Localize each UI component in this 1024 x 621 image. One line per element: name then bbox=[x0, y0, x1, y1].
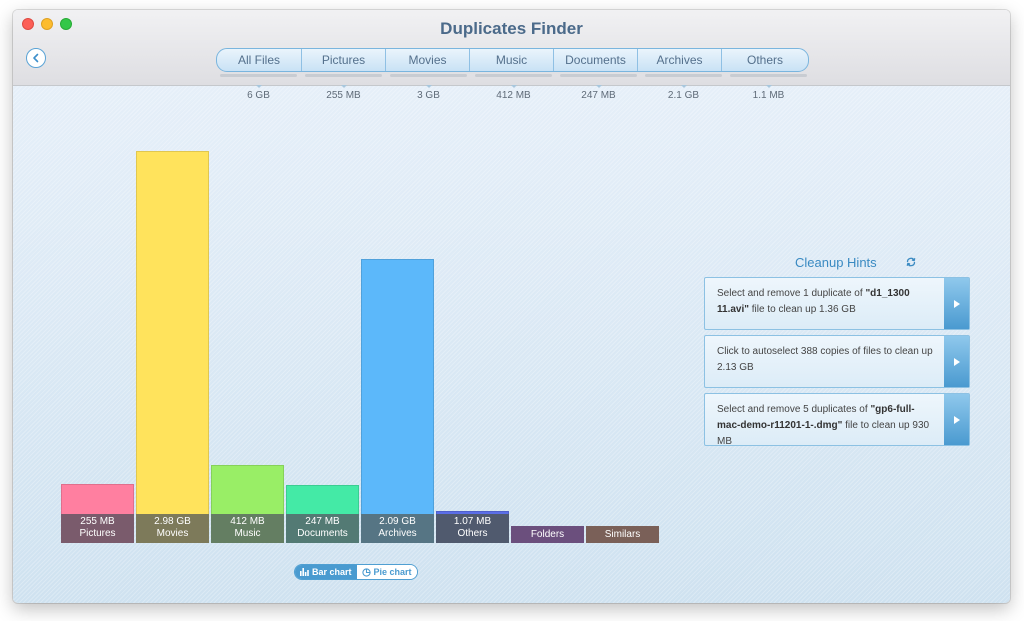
bar-documents[interactable] bbox=[286, 485, 359, 514]
bar-chart-icon bbox=[300, 568, 309, 576]
pie-chart-label: Pie chart bbox=[373, 567, 412, 577]
hint-text: Select and remove 1 duplicate of "d1_130… bbox=[705, 278, 944, 329]
hint-text-part: Select and remove 1 duplicate of bbox=[717, 288, 866, 299]
bar-value-label: 2.98 GB bbox=[154, 516, 191, 527]
cleanup-hint[interactable]: Select and remove 5 duplicates of "gp6-f… bbox=[704, 393, 970, 447]
bar-label-movies[interactable]: 2.98 GB Movies bbox=[136, 514, 209, 543]
bar-category-label: Pictures bbox=[79, 528, 116, 539]
bar-category-label: Documents bbox=[297, 528, 348, 539]
cleanup-hint[interactable]: Click to autoselect 388 copies of files … bbox=[704, 335, 970, 388]
bar-value-label: 2.09 GB bbox=[379, 516, 416, 527]
hint-apply-button[interactable] bbox=[944, 336, 969, 387]
bar-label-folders[interactable]: Folders bbox=[511, 526, 584, 543]
pie-chart-icon bbox=[361, 567, 371, 577]
hint-apply-button[interactable] bbox=[944, 278, 969, 329]
bar-value-label: 412 MB bbox=[230, 516, 265, 527]
refresh-hints-button[interactable] bbox=[905, 256, 917, 271]
play-arrow-icon bbox=[953, 357, 960, 366]
play-arrow-icon bbox=[953, 415, 960, 424]
chart-view-toggle: Bar chart Pie chart bbox=[294, 564, 418, 580]
hint-apply-button[interactable] bbox=[944, 394, 969, 445]
cleanup-hints-title: Cleanup Hints bbox=[795, 255, 877, 270]
bar-category-label: Archives bbox=[378, 528, 417, 539]
bar-label-similars[interactable]: Similars bbox=[586, 526, 659, 543]
refresh-icon bbox=[906, 257, 916, 267]
bar-label-music[interactable]: 412 MB Music bbox=[211, 514, 284, 543]
hint-text: Click to autoselect 388 copies of files … bbox=[705, 336, 944, 387]
bar-music[interactable] bbox=[211, 465, 284, 514]
bar-archives[interactable] bbox=[361, 259, 434, 514]
bar-category-label: Movies bbox=[156, 528, 189, 539]
bar-label-pictures[interactable]: 255 MB Pictures bbox=[61, 514, 134, 543]
hint-text-part: file to clean up 1.36 GB bbox=[749, 304, 856, 315]
cleanup-hint[interactable]: Select and remove 1 duplicate of "d1_130… bbox=[704, 277, 970, 330]
bar-label-documents[interactable]: 247 MB Documents bbox=[286, 514, 359, 543]
bar-chart-label: Bar chart bbox=[312, 567, 352, 577]
hint-text-part: Select and remove 5 duplicates of bbox=[717, 404, 871, 415]
bar-pictures[interactable] bbox=[61, 484, 134, 514]
bar-label-archives[interactable]: 2.09 GB Archives bbox=[361, 514, 434, 543]
bar-movies[interactable] bbox=[136, 151, 209, 514]
bar-value-label: 247 MB bbox=[305, 516, 340, 527]
hint-text: Select and remove 5 duplicates of "gp6-f… bbox=[705, 394, 944, 447]
hint-text-part: Click to autoselect 388 copies of files … bbox=[717, 346, 933, 373]
pie-chart-button[interactable]: Pie chart bbox=[356, 565, 417, 579]
app-window: Duplicates Finder All Files Pictures Mov… bbox=[13, 10, 1010, 603]
bar-chart-button[interactable]: Bar chart bbox=[295, 565, 357, 579]
play-arrow-icon bbox=[953, 299, 960, 308]
bar-value-label: 1.07 MB bbox=[453, 516, 492, 527]
bar-category-label: Others bbox=[457, 528, 488, 539]
bar-category-label: Music bbox=[234, 528, 261, 539]
bar-value-label: 255 MB bbox=[80, 516, 115, 527]
bar-label-others[interactable]: 1.07 MB Others bbox=[436, 514, 509, 543]
